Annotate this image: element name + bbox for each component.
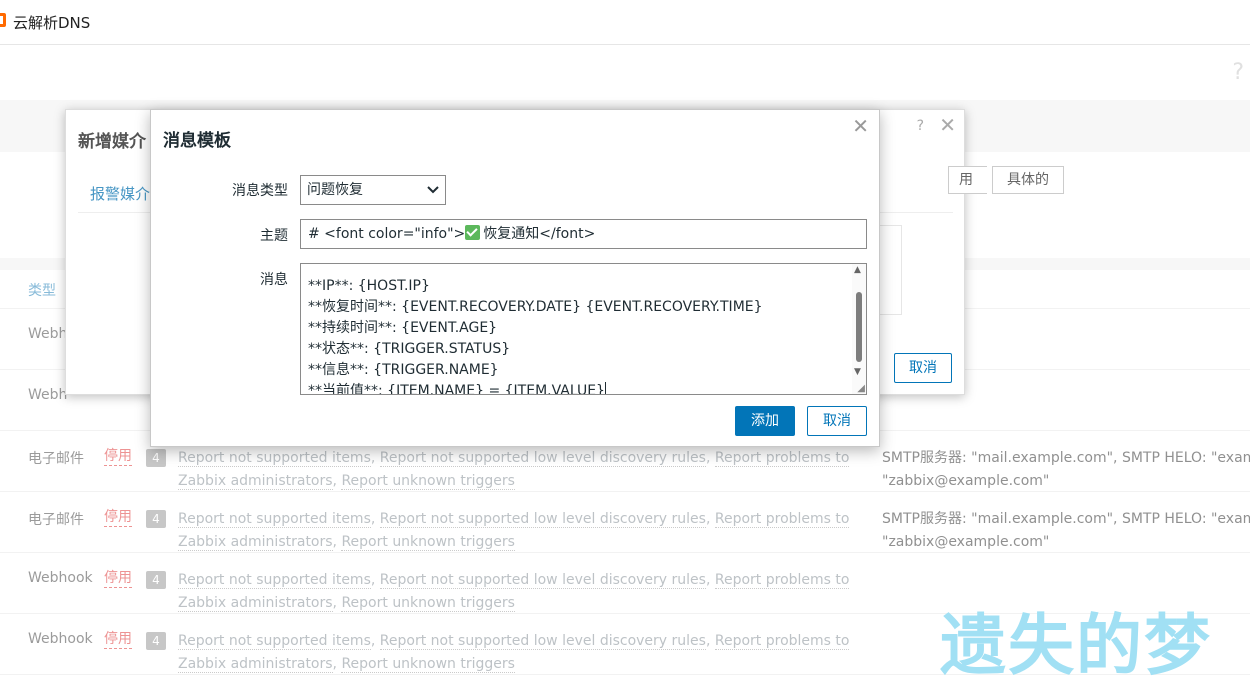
chevron-down-icon (427, 176, 439, 214)
segment-all[interactable]: 用 (948, 166, 987, 194)
top-bar: 云解析DNS (0, 0, 1250, 45)
message-label: 消息 (260, 272, 288, 288)
message-type-value: 问题恢复 (307, 182, 363, 198)
check-mark-icon (465, 225, 481, 240)
add-button[interactable]: 添加 (735, 406, 795, 436)
text-caret (604, 382, 606, 394)
cancel-button[interactable]: 取消 (807, 406, 867, 436)
subject-label: 主题 (260, 228, 288, 244)
tab-media[interactable]: 报警媒介 (90, 183, 150, 204)
message-textarea[interactable]: **IP**: {HOST.IP} **恢复时间**: {EVENT.RECOVE… (300, 263, 867, 395)
dialog-title: 消息模板 (163, 131, 231, 151)
dialog-close-icon[interactable]: ✕ (939, 113, 956, 137)
message-line-text: **IP**: {HOST.IP} (308, 278, 430, 294)
subject-prefix: # <font color="info"> (308, 226, 466, 242)
resize-handle-icon[interactable]: ◢ (857, 383, 865, 394)
new-media-dialog-title: 新增媒介 (78, 132, 146, 152)
dialog-help-icon[interactable]: ? (917, 118, 924, 134)
message-type-label: 消息类型 (232, 183, 288, 199)
scroll-down-icon[interactable]: ▼ (854, 367, 861, 377)
scroll-thumb[interactable] (856, 292, 862, 362)
partial-line (308, 264, 763, 276)
message-line-text: **信息**: {TRIGGER.NAME} (308, 362, 499, 378)
app-title: 云解析DNS (13, 14, 91, 32)
new-media-cancel-button[interactable]: 取消 (894, 353, 952, 383)
message-line: **状态**: {TRIGGER.STATUS} (308, 339, 763, 360)
message-line-text: **恢复时间**: {EVENT.RECOVERY.DATE} {EVENT.R… (308, 299, 763, 315)
message-line: **信息**: {TRIGGER.NAME} (308, 360, 763, 381)
message-content: **IP**: {HOST.IP} **恢复时间**: {EVENT.RECOVE… (308, 264, 763, 395)
message-template-dialog: 消息模板 ✕ 消息类型 问题恢复 主题 # <font color="info"… (150, 109, 880, 447)
message-line: **恢复时间**: {EVENT.RECOVERY.DATE} {EVENT.R… (308, 297, 763, 318)
message-line: **当前值**: {ITEM.NAME} = {ITEM.VALUE} (308, 381, 763, 395)
scroll-up-icon[interactable]: ▲ (854, 265, 861, 275)
subject-input[interactable]: # <font color="info"> 恢复通知</font> (300, 219, 867, 249)
message-line-text: **状态**: {TRIGGER.STATUS} (308, 341, 511, 357)
subject-suffix: 恢复通知</font> (483, 226, 596, 242)
message-scrollbar[interactable]: ▲ ▼ (852, 264, 866, 394)
close-icon[interactable]: ✕ (852, 114, 869, 138)
message-type-select[interactable]: 问题恢复 (300, 175, 446, 205)
brand-logo-icon (0, 13, 6, 27)
message-line: **IP**: {HOST.IP} (308, 276, 763, 297)
message-line-text: **当前值**: {ITEM.NAME} = {ITEM.VALUE} (308, 383, 605, 395)
message-line: **持续时间**: {EVENT.AGE} (308, 318, 763, 339)
segment-specific[interactable]: 具体的 (992, 166, 1064, 194)
message-line-text: **持续时间**: {EVENT.AGE} (308, 320, 498, 336)
